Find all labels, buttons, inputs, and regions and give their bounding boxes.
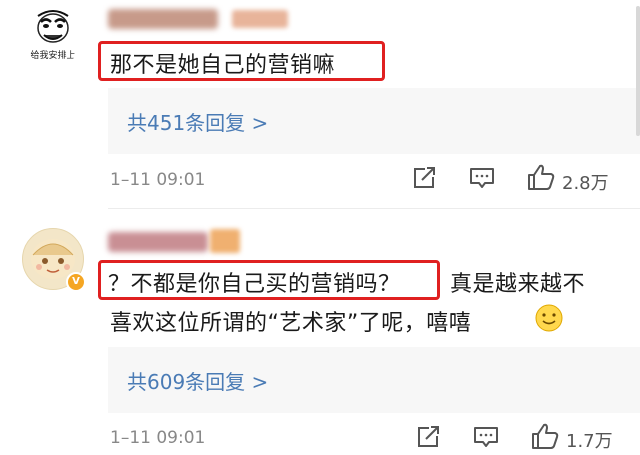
comment-text: 真是越来越不: [450, 272, 586, 297]
comment-text-line2: 喜欢这位所谓的“艺术家”了呢，嘻嘻: [110, 311, 472, 336]
share-icon[interactable]: [410, 164, 438, 192]
view-replies-link[interactable]: 共609条回复 >: [127, 366, 268, 395]
like-count: 1.7万: [566, 431, 613, 452]
share-icon[interactable]: [414, 423, 442, 451]
comment-time: 1–11 09:01: [110, 428, 206, 448]
user-badge-blurred: [232, 10, 288, 28]
avatar[interactable]: 给我安排上: [22, 4, 84, 66]
replies-panel[interactable]: 共609条回复 >: [108, 347, 640, 413]
comment-time: 1–11 09:01: [110, 170, 206, 190]
like-count: 2.8万: [562, 173, 609, 194]
comment-icon[interactable]: [468, 164, 496, 192]
view-replies-link[interactable]: 共451条回复 >: [127, 107, 268, 136]
divider: [108, 208, 640, 209]
comment-icon[interactable]: [472, 423, 500, 451]
like-icon[interactable]: [526, 162, 556, 192]
smile-emoji-icon: [535, 304, 563, 332]
avatar-caption: 给我安排上: [30, 51, 76, 61]
username-blurred[interactable]: [108, 232, 208, 252]
comment-text: 那不是她自己的营销嘛: [110, 53, 336, 78]
comment-text-highlight: ？不都是你自己买的营销吗？: [108, 272, 401, 297]
like-icon[interactable]: [530, 421, 560, 451]
verified-badge-icon: V: [66, 272, 86, 292]
replies-panel[interactable]: 共451条回复 >: [108, 88, 640, 154]
user-badge-blurred: [210, 229, 240, 253]
scrollbar[interactable]: [636, 6, 640, 136]
username-blurred[interactable]: [108, 9, 218, 29]
